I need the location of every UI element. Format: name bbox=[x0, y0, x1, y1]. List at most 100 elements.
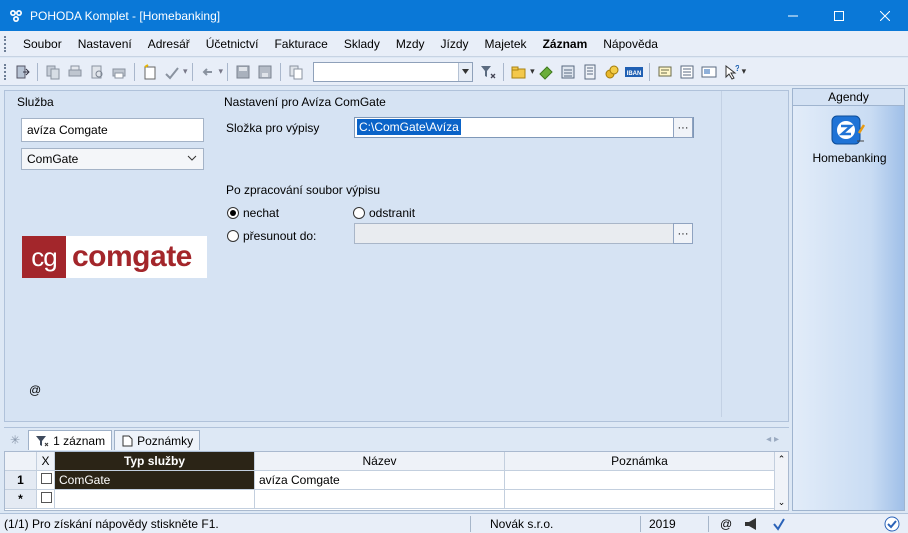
money-button[interactable] bbox=[537, 63, 555, 81]
calculator-button[interactable] bbox=[559, 63, 577, 81]
scroll-bottom-icon[interactable]: ⌄ bbox=[778, 497, 786, 508]
combo-dropdown-icon[interactable] bbox=[458, 62, 473, 81]
email-at-icon[interactable]: @ bbox=[29, 383, 41, 397]
scroll-top-icon[interactable]: ⌃ bbox=[778, 454, 786, 465]
copy-record-button[interactable] bbox=[44, 63, 62, 81]
duplicate-button[interactable] bbox=[287, 63, 305, 81]
close-icon bbox=[880, 10, 890, 21]
back-button[interactable] bbox=[199, 63, 217, 81]
folder-icon bbox=[511, 66, 526, 78]
menu-zaznam[interactable]: Záznam bbox=[535, 37, 596, 51]
list-button[interactable] bbox=[678, 63, 696, 81]
status-email-icon[interactable]: @ bbox=[720, 517, 732, 531]
table-icon bbox=[584, 64, 596, 79]
menu-soubor[interactable]: Soubor bbox=[15, 37, 70, 51]
help-dropdown-icon[interactable]: ▾ bbox=[742, 66, 747, 77]
close-button[interactable] bbox=[862, 0, 908, 31]
service-section-label: Služba bbox=[17, 95, 54, 109]
table-row[interactable]: 1 ComGate avíza Comgate bbox=[5, 471, 775, 490]
edit-record-button[interactable] bbox=[163, 63, 181, 81]
filter-button[interactable] bbox=[479, 63, 497, 81]
pohoda-app-icon[interactable] bbox=[8, 8, 24, 24]
agendy-homebanking-label[interactable]: Homebanking bbox=[793, 151, 906, 165]
minimize-button[interactable] bbox=[770, 0, 816, 31]
service-type-select[interactable]: ComGate bbox=[21, 148, 204, 170]
new-row-marker[interactable]: * bbox=[5, 490, 37, 509]
message-button[interactable] bbox=[656, 63, 674, 81]
folder-path-input[interactable]: C:\ComGate\Avíza bbox=[354, 117, 694, 138]
exit-agenda-button[interactable] bbox=[13, 63, 31, 81]
folder-dropdown-icon[interactable]: ▾ bbox=[530, 66, 535, 77]
row-type-cell[interactable]: ComGate bbox=[55, 471, 255, 490]
report-button[interactable] bbox=[700, 63, 718, 81]
new-table-row[interactable]: * bbox=[5, 490, 775, 509]
help-button[interactable]: ? bbox=[722, 63, 740, 81]
grid-header-row: X Typ služby Název Poznámka bbox=[5, 452, 775, 471]
service-type-value: ComGate bbox=[27, 152, 79, 166]
window-title: POHODA Komplet - [Homebanking] bbox=[30, 8, 221, 23]
menu-adresar[interactable]: Adresář bbox=[140, 37, 198, 51]
grid-type-header[interactable]: Typ služby bbox=[55, 452, 255, 471]
iban-button[interactable]: IBAN bbox=[624, 63, 643, 81]
tab-notes-label: Poznámky bbox=[137, 433, 194, 448]
agendy-panel: Agendy Homebanking bbox=[792, 88, 905, 511]
folder-button[interactable] bbox=[510, 63, 528, 81]
tab-new[interactable]: ✳ bbox=[4, 430, 26, 450]
radio-keep-label: nechat bbox=[243, 206, 280, 220]
grid-scrollbar[interactable]: ⌃ ⌄ bbox=[774, 452, 788, 510]
save-all-button[interactable] bbox=[256, 63, 274, 81]
new-row-name-cell[interactable] bbox=[255, 490, 505, 509]
report-icon bbox=[701, 66, 717, 77]
row-checkbox[interactable] bbox=[37, 471, 55, 490]
print-preview-button[interactable] bbox=[66, 63, 84, 81]
radio-keep[interactable]: nechat bbox=[227, 206, 279, 220]
menu-grip[interactable] bbox=[4, 35, 7, 52]
status-ok-icon[interactable] bbox=[884, 516, 900, 533]
new-row-type-cell[interactable] bbox=[55, 490, 255, 509]
menu-fakturace[interactable]: Fakturace bbox=[266, 37, 335, 51]
toolbar-grip[interactable] bbox=[4, 63, 7, 80]
print-icon bbox=[112, 68, 126, 78]
menu-napoveda[interactable]: Nápověda bbox=[595, 37, 666, 51]
radio-delete[interactable]: odstranit bbox=[353, 206, 415, 220]
tab-notes[interactable]: Poznámky bbox=[114, 430, 201, 450]
quick-search-combo[interactable] bbox=[313, 61, 474, 82]
status-check-icon[interactable] bbox=[772, 517, 786, 533]
coins-button[interactable] bbox=[603, 63, 621, 81]
new-row-checkbox[interactable] bbox=[37, 490, 55, 509]
dropdown-arrow-icon[interactable]: ▾ bbox=[183, 66, 188, 77]
list-icon bbox=[680, 65, 694, 78]
table-button[interactable] bbox=[581, 63, 599, 81]
save-button[interactable] bbox=[234, 63, 252, 81]
homebanking-icon[interactable] bbox=[831, 115, 865, 149]
settings-section-label: Nastavení pro Avíza ComGate bbox=[224, 95, 386, 109]
browse-folder-button[interactable]: ··· bbox=[673, 117, 693, 138]
tab-scroll-arrows-icon[interactable]: ◂ ▸ bbox=[766, 434, 779, 445]
main-form: Služba avíza Comgate ComGate cg comgate … bbox=[4, 90, 789, 422]
maximize-button[interactable] bbox=[816, 0, 862, 31]
new-record-button[interactable] bbox=[141, 63, 159, 81]
menu-mzdy[interactable]: Mzdy bbox=[388, 37, 433, 51]
preview-button[interactable] bbox=[88, 63, 106, 81]
service-name-input[interactable]: avíza Comgate bbox=[21, 118, 204, 142]
print-button[interactable] bbox=[110, 63, 128, 81]
row-name-cell[interactable]: avíza Comgate bbox=[255, 471, 505, 490]
grid-x-header[interactable]: X bbox=[37, 452, 55, 471]
tab-records[interactable]: 1 záznam bbox=[28, 430, 113, 450]
menu-sklady[interactable]: Sklady bbox=[336, 37, 388, 51]
menu-majetek[interactable]: Majetek bbox=[477, 37, 535, 51]
grid-name-header[interactable]: Název bbox=[255, 452, 505, 471]
row-number[interactable]: 1 bbox=[5, 471, 37, 490]
svg-text:?: ? bbox=[735, 64, 739, 73]
back-dropdown-icon[interactable]: ▾ bbox=[219, 66, 224, 77]
new-row-note-cell[interactable] bbox=[505, 490, 775, 509]
note-page-icon bbox=[122, 435, 133, 446]
row-note-cell[interactable] bbox=[505, 471, 775, 490]
menu-nastaveni[interactable]: Nastavení bbox=[70, 37, 140, 51]
menu-jizdy[interactable]: Jízdy bbox=[433, 37, 477, 51]
radio-move[interactable]: přesunout do: bbox=[227, 229, 316, 243]
menu-ucetnictvi[interactable]: Účetnictví bbox=[198, 37, 267, 51]
folder-path-value: C:\ComGate\Avíza bbox=[357, 119, 461, 135]
status-horn-icon[interactable] bbox=[744, 517, 760, 533]
grid-note-header[interactable]: Poznámka bbox=[505, 452, 775, 471]
